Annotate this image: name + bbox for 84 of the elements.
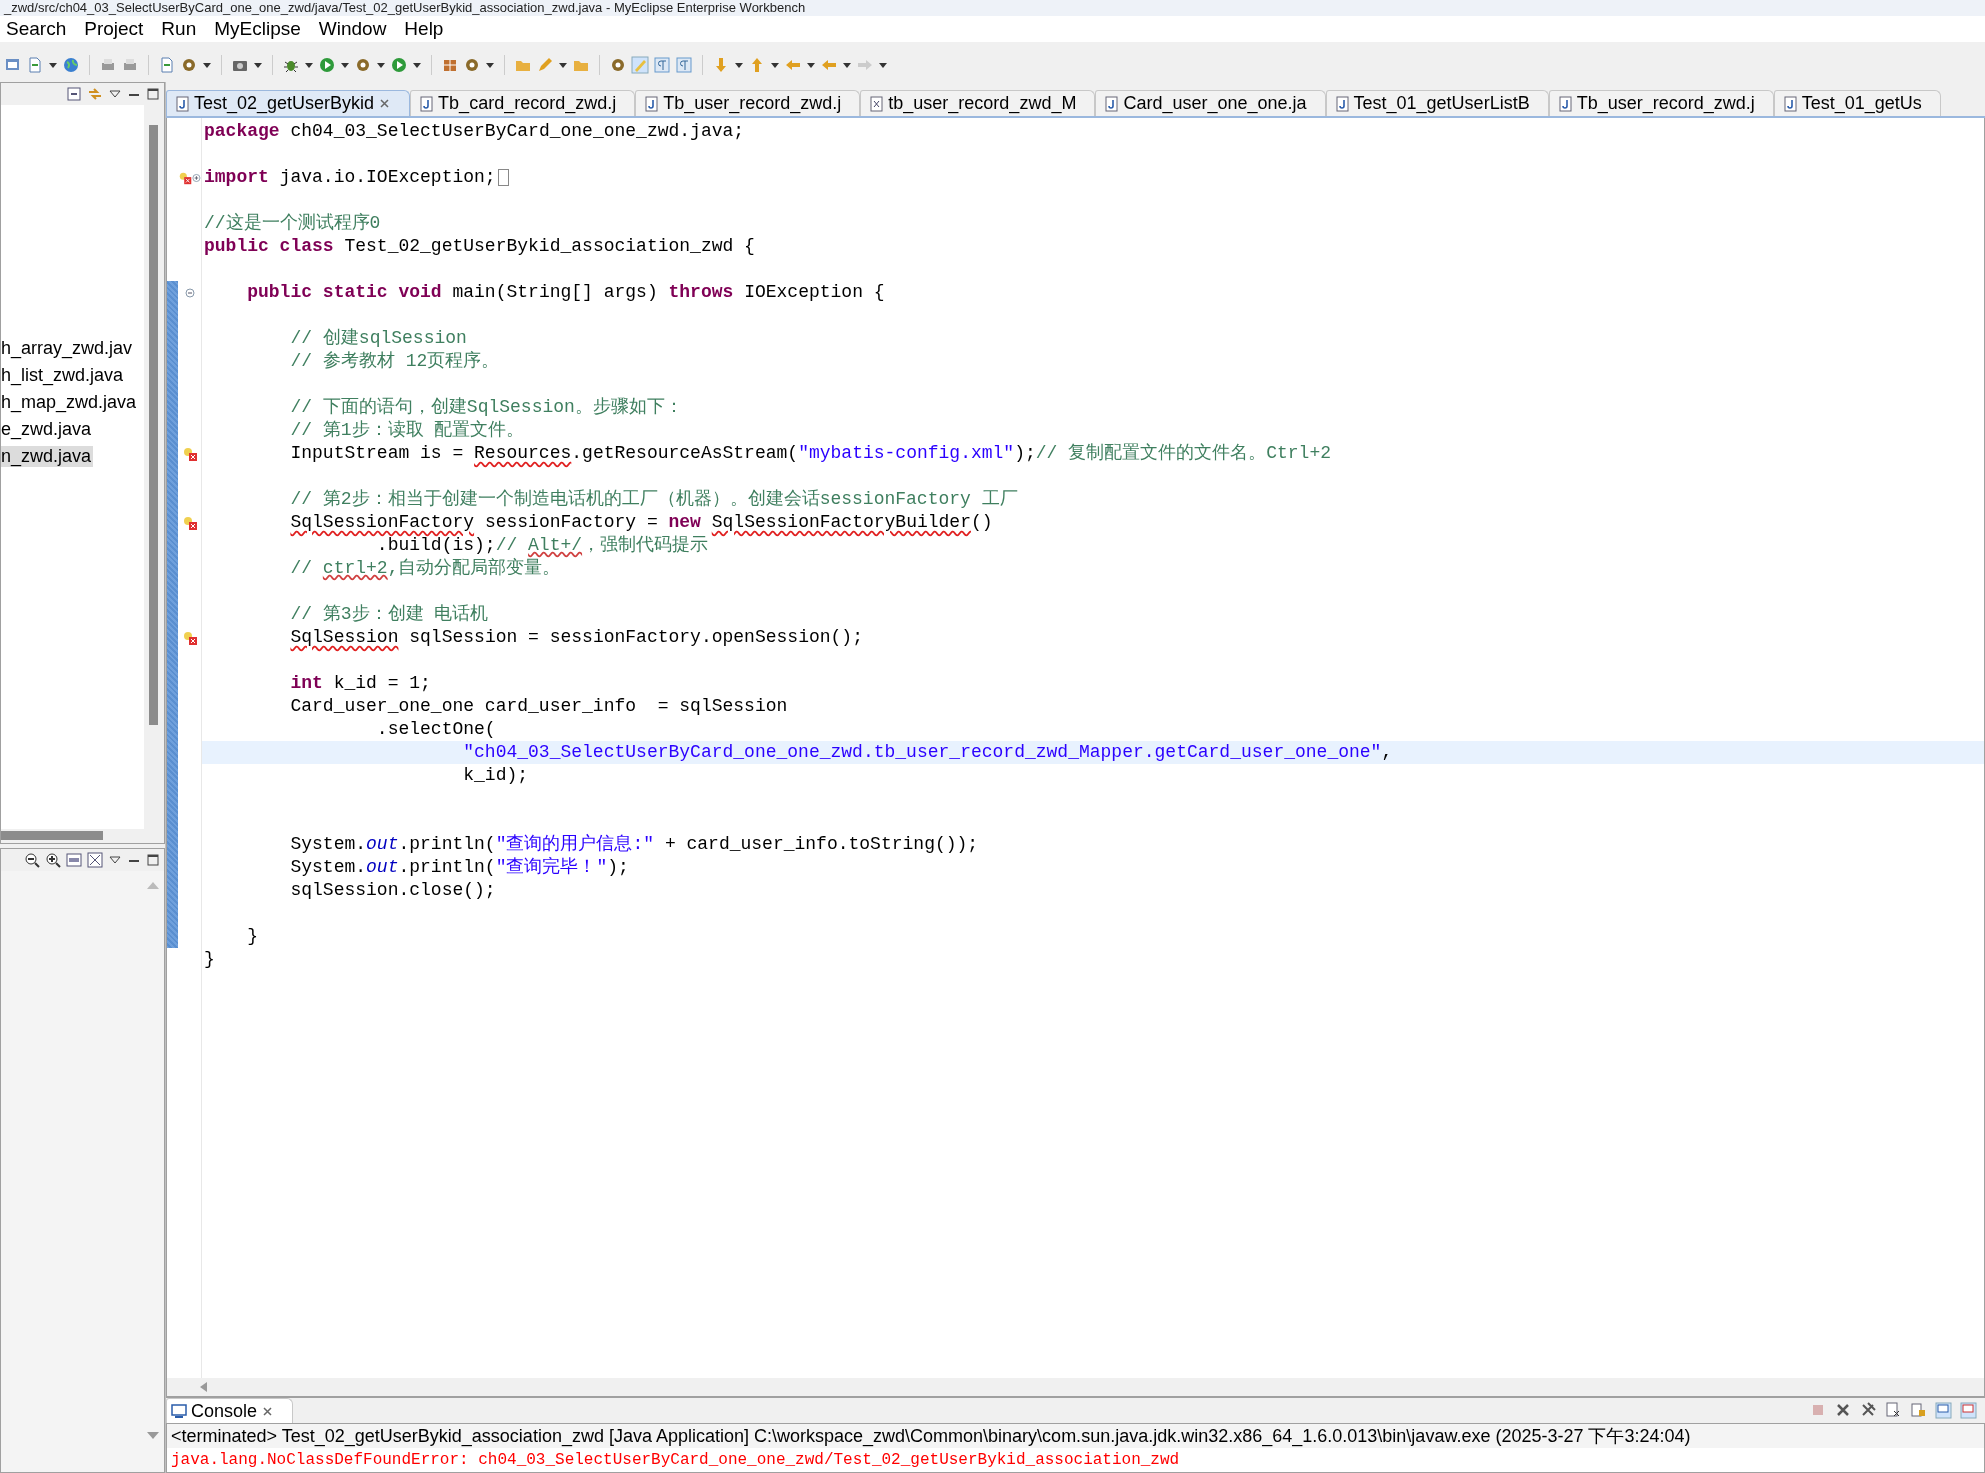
menu-item[interactable]: Search [0,14,79,44]
close-icon[interactable] [261,1404,275,1418]
code-line: public static void main(String[] args) throws IOException { [246,281,886,304]
pin-console-icon[interactable] [1935,1402,1952,1419]
code-line: // 第2步：相当于创建一个制造电话机的工厂（机器）。创建会话sessionFactory 工厂 [289,488,1019,511]
code-line: SqlSessionFactory sessionFactory = new SqlSessionFactoryBuilder() [289,511,994,534]
java-file-icon [419,95,435,112]
menu-item[interactable]: Window [312,14,399,44]
code-line: //这是一个测试程序0 [203,212,382,235]
menu-item[interactable]: Help [398,14,456,44]
run-icon[interactable] [390,56,408,74]
editor-tab[interactable]: Card_user_one_one.ja [1095,90,1326,116]
gear-icon[interactable] [354,56,372,74]
console-icon [171,1403,187,1419]
run-icon[interactable] [318,56,336,74]
code-line: // 参考教材 12页程序。 [289,350,501,373]
document-icon[interactable] [26,56,44,74]
code-line: k_id); [462,764,530,787]
java-file-icon [1782,95,1798,112]
java-file-icon [1334,95,1350,112]
editor-tab[interactable]: Tb_user_record_zwd.j [635,90,861,116]
menu-item[interactable]: Run [155,14,209,44]
zoom-out-icon[interactable] [24,852,40,868]
java-file-icon [175,95,190,112]
java-file-icon [644,95,660,112]
display-console-icon[interactable] [1960,1402,1977,1419]
console-error-text: java.lang.NoClassDefFoundError: ch04_03_SelectUserByCard_one_one_zwd/Test_02_getUserBykid_association_zwd [170,1450,1181,1471]
editor-tab[interactable]: Test_01_getUserListB [1325,90,1549,116]
code-line: .selectOne( [375,718,497,741]
code-line: } [246,925,260,948]
code-line: sqlSession.close(); [289,879,497,902]
maximize-icon[interactable] [146,87,160,101]
show-whitespace-icon[interactable] [653,56,671,74]
code-line: import java.io.IOException; [202,166,1984,189]
maximize-icon[interactable] [146,853,160,867]
code-line: .build(is);// Alt+/，强制代码提示 [375,534,710,557]
code-line: // ctrl+2,自动分配局部变量。 [289,557,562,580]
file-item[interactable]: h_map_zwd.java [1,392,139,413]
collapse-all-icon[interactable] [66,86,82,102]
gear-icon[interactable] [463,56,481,74]
window-title: _zwd/src/ch04_03_SelectUserByCard_one_one_zwd/java/Test_02_getUserBykid_association_zwd.java - MyEclipse Enterprise Workbench [0,0,1985,16]
collapse-icon[interactable] [184,287,195,298]
code-line: InputStream is = Resources.getResourceAsStream("mybatis-config.xml");// 复制配置文件的文件名。Ctrl+2 [289,442,1332,465]
link-editor-icon[interactable] [87,86,103,102]
globe-icon[interactable] [62,56,80,74]
code-line: System.out.println("查询的用户信息:" + card_user_info.toString()); [289,833,980,856]
gear-icon[interactable] [609,56,627,74]
code-line: int k_id = 1; [289,672,432,695]
zoom-in-icon[interactable] [45,852,61,868]
show-whitespace-icon[interactable] [675,56,693,74]
clear-console-icon[interactable] [1885,1402,1902,1419]
document-icon[interactable] [158,56,176,74]
editor-tab[interactable]: Tb_user_record_zwd.j [1548,90,1774,116]
xml-file-icon [869,95,885,112]
code-line: package ch04_03_SelectUserByCard_one_one_zwd.java; [203,120,746,143]
code-line: System.out.println("查询完毕！"); [289,856,630,879]
code-line: // 第1步：读取 配置文件。 [289,419,526,442]
file-item[interactable]: h_array_zwd.jav [1,338,135,359]
code-line: public class Test_02_getUserBykid_association_zwd { [203,235,756,258]
expand-icon[interactable] [192,172,201,183]
code-line: } [203,948,216,971]
java-file-icon [1104,95,1120,112]
code-line: SqlSession sqlSession = sessionFactory.openSession(); [289,626,864,649]
code-line: // 第3步：创建 电话机 [289,603,490,626]
code-line: // 创建sqlSession [289,327,468,350]
gear-icon[interactable] [180,56,198,74]
close-icon[interactable] [378,97,392,110]
code-line: Card_user_one_one card_user_info = sqlSession [289,695,789,718]
actual-size-icon[interactable] [66,852,82,868]
editor-tab[interactable]: Test_02_getUserBykid [166,90,411,116]
menu-item[interactable]: Project [78,14,156,44]
menu-item[interactable]: MyEclipse [208,14,313,44]
editor-tab[interactable]: Test_01_getUs [1773,90,1941,116]
code-line: // 下面的语句，创建SqlSession。步骤如下： [289,396,684,419]
scrollbar[interactable] [1,829,164,843]
folded-code-icon[interactable] [497,168,509,186]
editor-tab[interactable]: Tb_card_record_zwd.j [410,90,636,116]
file-item[interactable]: h_list_zwd.java [1,365,126,386]
console-tab[interactable]: Console [166,1398,294,1423]
file-item[interactable]: n_zwd.java [1,446,94,467]
java-file-icon [1557,95,1573,112]
editor-tab[interactable]: tb_user_record_zwd_M [860,90,1096,116]
file-item[interactable]: e_zwd.java [1,419,94,440]
fit-icon[interactable] [87,852,103,868]
